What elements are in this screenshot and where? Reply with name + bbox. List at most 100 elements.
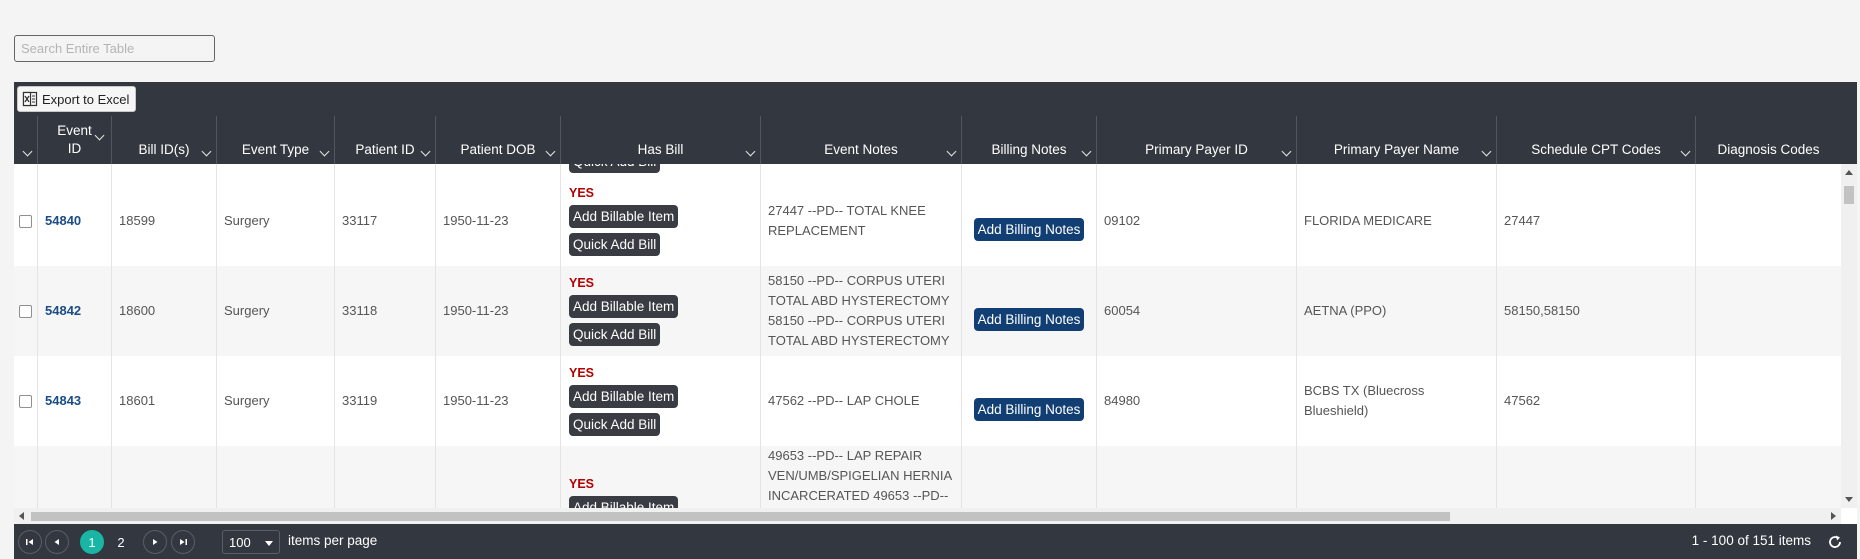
chevron-down-icon — [201, 146, 212, 157]
add-billing-notes-button[interactable]: Add Billing Notes — [973, 308, 1085, 331]
patient-dob-cell: 1950-11-23 — [436, 176, 561, 266]
cpt-codes-cell: 47562 — [1497, 356, 1696, 446]
chevron-down-icon — [319, 146, 330, 157]
table-row: YES Add Billable Item 49653 --PD-- LAP R… — [14, 446, 1841, 508]
chevron-down-icon — [22, 146, 33, 157]
table-row: 54842 18600 Surgery 33118 1950-11-23 YES… — [14, 266, 1841, 356]
row-checkbox[interactable] — [19, 214, 32, 228]
bill-id-cell: 18600 — [112, 266, 217, 356]
data-grid: Export to Excel Event ID Bill ID(s) Even… — [14, 82, 1857, 559]
event-notes-cell: 58150 --PD-- CORPUS UTERI TOTAL ABD HYST… — [761, 266, 962, 356]
add-billable-item-button[interactable]: Add Billable Item — [569, 205, 679, 228]
first-page-button[interactable] — [18, 530, 42, 554]
scroll-right-icon[interactable] — [1831, 512, 1836, 520]
header-event-id[interactable]: Event ID — [38, 116, 112, 164]
quick-add-bill-button[interactable]: Quick Add Bill — [569, 233, 661, 256]
chevron-down-icon — [946, 146, 957, 157]
add-billable-item-button[interactable]: Add Billable Item — [569, 385, 679, 408]
chevron-down-icon — [545, 146, 556, 157]
header-patient-id[interactable]: Patient ID — [335, 116, 436, 164]
event-type-cell: Surgery — [217, 356, 335, 446]
header-event-notes[interactable]: Event Notes — [761, 116, 962, 164]
page-2-button[interactable]: 2 — [109, 530, 133, 554]
header-bill-ids[interactable]: Bill ID(s) — [112, 116, 217, 164]
header-primary-payer-id[interactable]: Primary Payer ID — [1097, 116, 1297, 164]
payer-name-cell: FLORIDA MEDICARE — [1297, 176, 1497, 266]
add-billable-item-button[interactable]: Add Billable Item — [569, 496, 679, 508]
add-billing-notes-button[interactable]: Add Billing Notes — [973, 398, 1085, 421]
event-id-link[interactable]: 54843 — [45, 391, 81, 411]
add-billable-item-button[interactable]: Add Billable Item — [569, 295, 679, 318]
last-page-icon — [180, 539, 187, 545]
chevron-down-icon — [1680, 146, 1691, 157]
chevron-down-icon — [745, 146, 756, 157]
items-per-page-select[interactable]: 100 — [222, 530, 280, 554]
has-bill-yes: YES — [569, 366, 595, 380]
row-checkbox[interactable] — [19, 394, 32, 408]
header-patient-dob[interactable]: Patient DOB — [436, 116, 561, 164]
diagnosis-codes-cell — [1696, 356, 1841, 446]
chevron-down-icon — [1281, 146, 1292, 157]
has-bill-yes: YES — [569, 477, 595, 491]
items-per-page-label: items per page — [288, 533, 378, 548]
scroll-left-icon[interactable] — [19, 512, 24, 520]
header-diagnosis-codes[interactable]: Diagnosis Codes — [1696, 116, 1841, 164]
header-event-type[interactable]: Event Type — [217, 116, 335, 164]
has-bill-yes: YES — [569, 276, 595, 290]
pager-info: 1 - 100 of 151 items — [1691, 533, 1811, 548]
scroll-thumb[interactable] — [1844, 186, 1854, 204]
vertical-scrollbar[interactable] — [1841, 164, 1857, 508]
previous-page-icon — [54, 539, 59, 545]
bill-id-cell: 18599 — [112, 176, 217, 266]
refresh-icon[interactable] — [1827, 534, 1843, 550]
previous-page-button[interactable] — [45, 530, 69, 554]
payer-id-cell: 09102 — [1097, 176, 1297, 266]
first-page-icon — [26, 539, 33, 545]
search-input[interactable] — [14, 35, 215, 62]
header-has-bill[interactable]: Has Bill — [561, 116, 761, 164]
event-type-cell: Surgery — [217, 266, 335, 356]
quick-add-bill-button[interactable]: Quick Add Bill — [569, 323, 661, 346]
chevron-down-icon — [1481, 146, 1492, 157]
diagnosis-codes-cell — [1696, 266, 1841, 356]
patient-id-cell: 33118 — [335, 266, 436, 356]
next-page-button[interactable] — [143, 530, 167, 554]
header-billing-notes[interactable]: Billing Notes — [962, 116, 1097, 164]
page-1-button[interactable]: 1 — [80, 530, 104, 554]
excel-icon — [22, 91, 38, 107]
header-schedule-cpt-codes[interactable]: Schedule CPT Codes — [1497, 116, 1696, 164]
next-page-icon — [153, 539, 158, 545]
patient-dob-cell: 1950-11-23 — [436, 266, 561, 356]
header-primary-payer-name[interactable]: Primary Payer Name — [1297, 116, 1497, 164]
patient-id-cell: 33117 — [335, 176, 436, 266]
grid-header: Event ID Bill ID(s) Event Type Patient I… — [14, 116, 1857, 164]
quick-add-bill-button[interactable]: Quick Add Bill — [569, 413, 661, 436]
payer-id-cell: 60054 — [1097, 266, 1297, 356]
event-id-link[interactable]: 54840 — [45, 211, 81, 231]
cpt-codes-cell: 27447 — [1497, 176, 1696, 266]
diagnosis-codes-cell — [1696, 176, 1841, 266]
scroll-up-icon[interactable] — [1845, 170, 1853, 175]
grid-body: Quick Add Bill 54840 18599 Surgery 33117… — [14, 164, 1841, 508]
export-to-excel-button[interactable]: Export to Excel — [17, 86, 137, 112]
table-row: Quick Add Bill — [14, 164, 1841, 176]
event-notes-cell: 49653 --PD-- LAP REPAIR VEN/UMB/SPIGELIA… — [761, 446, 962, 508]
scroll-down-icon[interactable] — [1845, 497, 1853, 502]
header-select[interactable] — [14, 116, 38, 164]
export-label: Export to Excel — [42, 91, 130, 107]
add-billing-notes-button[interactable]: Add Billing Notes — [973, 218, 1085, 241]
event-notes-cell: 47562 --PD-- LAP CHOLE — [761, 356, 962, 446]
chevron-down-icon — [1081, 146, 1092, 157]
payer-name-cell: BCBS TX (Bluecross Blueshield) — [1297, 356, 1497, 446]
chevron-down-icon — [420, 146, 431, 157]
horizontal-scrollbar[interactable] — [14, 508, 1841, 524]
pager: 1 2 100 items per page 1 - 100 of 151 it… — [14, 524, 1857, 559]
cpt-codes-cell: 58150,58150 — [1497, 266, 1696, 356]
event-id-link[interactable]: 54842 — [45, 301, 81, 321]
bill-id-cell: 18601 — [112, 356, 217, 446]
scroll-thumb[interactable] — [31, 512, 1450, 521]
patient-dob-cell: 1950-11-23 — [436, 356, 561, 446]
quick-add-bill-button[interactable]: Quick Add Bill — [569, 164, 661, 173]
row-checkbox[interactable] — [19, 304, 32, 318]
last-page-button[interactable] — [171, 530, 195, 554]
